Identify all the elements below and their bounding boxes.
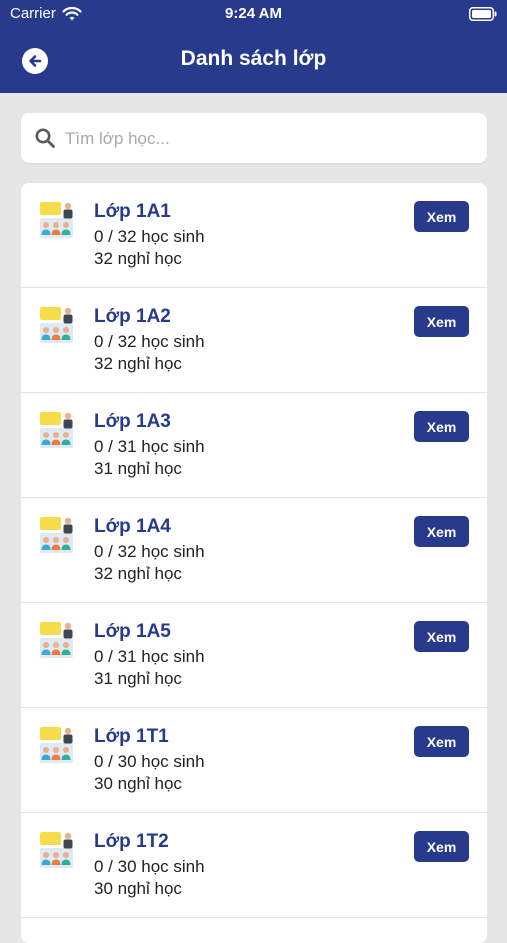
classroom-icon [40,622,73,658]
classroom-icon [40,202,73,238]
classroom-icon [40,517,73,553]
nav-bar: Danh sách lớp [0,28,507,93]
class-list-item[interactable]: Lớp 1A5 0 / 31 học sinh 31 nghỉ học Xem [21,603,487,708]
absent-count: 30 nghỉ học [94,879,182,898]
absent-count: 31 nghỉ học [94,669,182,688]
view-button[interactable]: Xem [414,411,469,442]
absent-count: 32 nghỉ học [94,354,182,373]
class-list-item[interactable]: Lớp 1T2 0 / 30 học sinh 30 nghỉ học Xem [21,813,487,918]
student-count: 0 / 32 học sinh [94,332,205,351]
absent-count: 31 nghỉ học [94,459,182,478]
class-list-item[interactable]: Lớp 1A1 0 / 32 học sinh 32 nghỉ học Xem [21,183,487,288]
class-name: Lớp 1A2 [94,306,171,327]
student-count: 0 / 31 học sinh [94,647,205,666]
class-name: Lớp 1A1 [94,201,171,222]
view-button[interactable]: Xem [414,516,469,547]
student-count: 0 / 32 học sinh [94,227,205,246]
classroom-icon [40,727,73,763]
class-list-item[interactable]: Lớp 1T1 0 / 30 học sinh 30 nghỉ học Xem [21,708,487,813]
view-button[interactable]: Xem [414,306,469,337]
absent-count: 32 nghỉ học [94,249,182,268]
class-list-item[interactable]: Lớp 1A2 0 / 32 học sinh 32 nghỉ học Xem [21,288,487,393]
classroom-icon [40,307,73,343]
class-name: Lớp 1T2 [94,831,169,852]
absent-count: 30 nghỉ học [94,774,182,793]
absent-count: 32 nghỉ học [94,564,182,583]
class-list: Lớp 1A1 0 / 32 học sinh 32 nghỉ học Xem … [21,183,487,943]
student-count: 0 / 30 học sinh [94,752,205,771]
view-button[interactable]: Xem [414,831,469,862]
class-name: Lớp 1A3 [94,411,171,432]
search-bar[interactable] [21,113,487,165]
status-time: 9:24 AM [225,5,282,22]
search-input[interactable] [63,113,477,165]
class-name: Lớp 1T1 [94,726,169,747]
classroom-icon [40,832,73,868]
status-bar: Carrier 9:24 AM [0,0,507,28]
class-name: Lớp 1A4 [94,516,171,537]
student-count: 0 / 32 học sinh [94,542,205,561]
student-count: 0 / 31 học sinh [94,437,205,456]
view-button[interactable]: Xem [414,621,469,652]
view-button[interactable]: Xem [414,726,469,757]
app-header: Carrier 9:24 AM Danh sách lớp [0,0,507,93]
class-list-item[interactable]: Lớp 1A4 0 / 32 học sinh 32 nghỉ học Xem [21,498,487,603]
class-list-item[interactable]: Lớp 1A3 0 / 31 học sinh 31 nghỉ học Xem [21,393,487,498]
view-button[interactable]: Xem [414,201,469,232]
classroom-icon [40,412,73,448]
class-name: Lớp 1A5 [94,621,171,642]
search-icon [35,128,55,148]
page-title: Danh sách lớp [180,47,327,70]
battery-icon [469,7,497,21]
student-count: 0 / 30 học sinh [94,857,205,876]
